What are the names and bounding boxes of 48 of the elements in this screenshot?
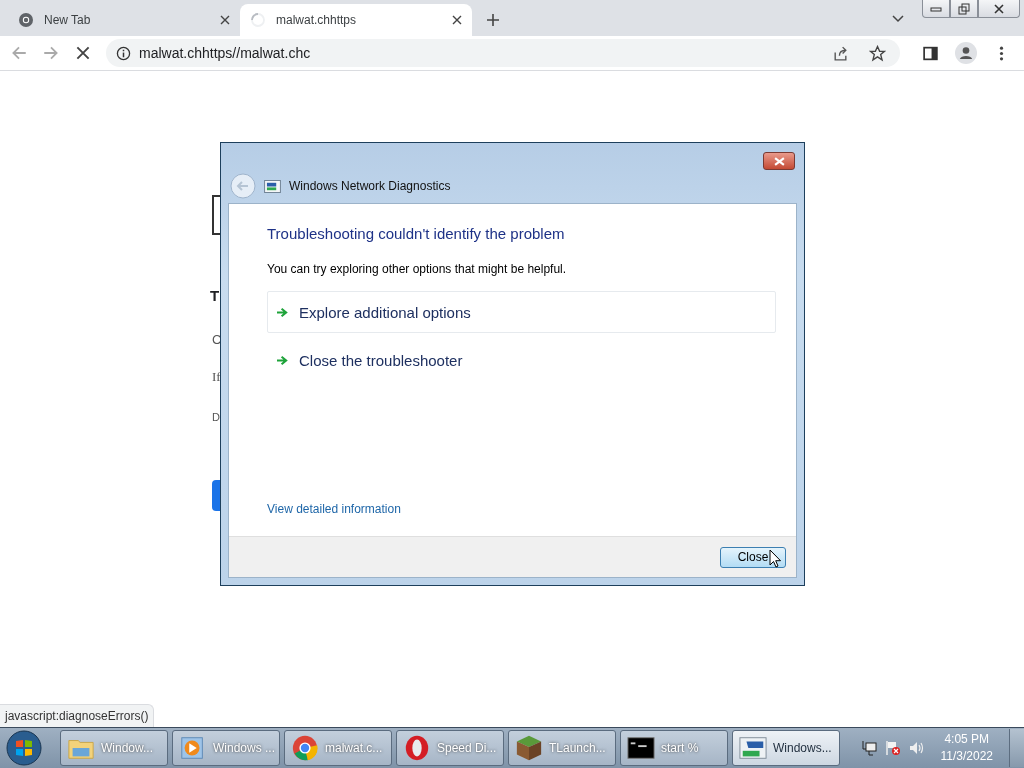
console-icon — [627, 734, 655, 762]
info-icon — [116, 45, 131, 61]
page-text: D — [212, 411, 220, 423]
start-button[interactable] — [6, 730, 42, 766]
show-desktop-button[interactable] — [1009, 729, 1024, 767]
grass-block-icon — [515, 734, 543, 762]
status-bubble: javascript:diagnoseErrors() — [0, 704, 155, 727]
ring-logo-icon — [403, 734, 431, 762]
arrow-icon — [276, 306, 289, 318]
network-icon[interactable] — [860, 740, 877, 756]
new-tab-icon[interactable] — [486, 13, 500, 27]
page-heading: T — [210, 287, 220, 304]
network-diagnostics-icon — [264, 179, 281, 193]
network-diagnostics-icon — [739, 734, 767, 762]
close-tab-icon[interactable] — [220, 15, 230, 25]
address-bar[interactable]: malwat.chhttps//malwat.chc — [106, 39, 900, 67]
close-tab-icon[interactable] — [452, 15, 462, 25]
loading-spinner-icon — [250, 12, 266, 28]
dialog-title: Windows Network Diagnostics — [289, 179, 451, 193]
star-icon[interactable] — [869, 44, 886, 62]
mouse-cursor-icon — [769, 549, 781, 568]
taskbar-button[interactable]: Windows... — [732, 730, 840, 766]
browser-icon — [291, 734, 319, 762]
minimize-button[interactable] — [922, 0, 950, 18]
browser-tab[interactable]: New Tab — [8, 4, 240, 36]
dialog-heading: Troubleshooting couldn't identify the problem — [267, 225, 566, 242]
browser-tab[interactable]: malwat.chhttps — [240, 4, 472, 36]
restore-icon — [958, 2, 970, 15]
page-text: If — [212, 369, 221, 385]
close-button[interactable] — [763, 152, 795, 170]
chevron-down-icon[interactable] — [892, 15, 904, 23]
close-button[interactable] — [978, 0, 1020, 18]
minimize-icon — [930, 4, 942, 13]
option-link[interactable]: Close the troubleshooter — [267, 339, 776, 381]
restore-button[interactable] — [950, 0, 978, 18]
dialog-message: You can try exploring other options that might be helpful. — [267, 262, 568, 276]
arrow-icon — [276, 354, 289, 366]
flag-error-icon[interactable] — [884, 740, 901, 756]
side-panel-icon[interactable] — [922, 44, 939, 62]
detail-link[interactable]: View detailed information — [267, 502, 401, 516]
option-link[interactable]: Explore additional options — [267, 291, 776, 333]
close-icon — [773, 156, 785, 166]
profile-avatar-icon[interactable] — [955, 42, 977, 64]
close-icon — [993, 2, 1005, 15]
close-button[interactable]: Close — [720, 546, 786, 568]
page-text: C — [212, 332, 222, 347]
stop-icon[interactable] — [74, 44, 92, 62]
share-icon[interactable] — [832, 44, 849, 62]
